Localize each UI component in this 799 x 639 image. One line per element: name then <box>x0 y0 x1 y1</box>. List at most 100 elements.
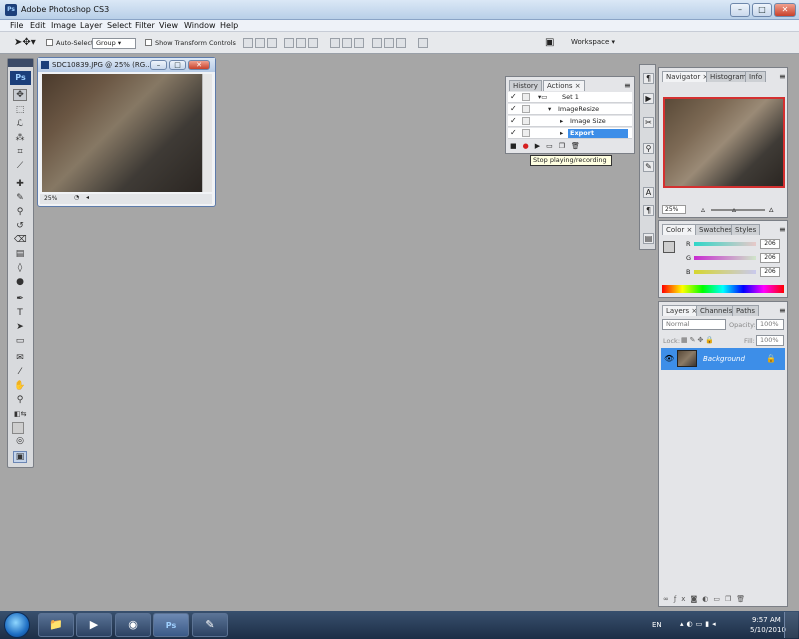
menu-select[interactable]: Select <box>107 21 132 30</box>
language-indicator[interactable]: EN <box>652 621 662 629</box>
zoom-out-icon[interactable]: ▵ <box>701 205 705 214</box>
dialog-toggle-box[interactable] <box>522 105 530 113</box>
action-toggle-check[interactable]: ✓ <box>510 93 518 101</box>
marquee-tool-icon[interactable]: ⬚ <box>13 104 27 116</box>
workspace-menu[interactable]: Workspace ▾ <box>571 38 615 46</box>
new-set-icon[interactable]: ▭ <box>546 142 559 150</box>
zoom-in-icon[interactable]: ▵ <box>769 205 774 215</box>
clone-stamp-icon[interactable]: ⚲ <box>13 206 27 218</box>
show-transform-checkbox[interactable] <box>145 39 152 46</box>
dodge-tool-icon[interactable]: ● <box>13 276 27 288</box>
distribute-hcenter-icon[interactable] <box>384 38 394 48</box>
zoom-slider-thumb[interactable]: ▵ <box>732 205 736 214</box>
gradient-tool-icon[interactable]: ▤ <box>13 248 27 260</box>
expand-triangle-icon[interactable]: ▾ <box>548 105 551 113</box>
panel-menu-icon[interactable]: ≡ <box>624 81 631 90</box>
doc-maximize-button[interactable]: □ <box>169 60 186 70</box>
media-player-taskbar-icon[interactable]: ▶ <box>76 613 112 637</box>
layer-style-icon[interactable]: ƒx <box>674 595 691 603</box>
lasso-tool-icon[interactable]: ℒ <box>13 118 27 130</box>
clock-time[interactable]: 9:57 AM <box>752 616 781 624</box>
align-top-icon[interactable] <box>243 38 253 48</box>
hand-tool-icon[interactable]: ✋ <box>13 380 27 392</box>
action-toggle-check[interactable]: ✓ <box>510 105 518 113</box>
show-desktop-button[interactable] <box>784 612 798 638</box>
action-row[interactable]: ✓ ▸ Image Size <box>508 116 632 127</box>
blue-slider[interactable] <box>694 270 756 274</box>
tab-channels[interactable]: Channels <box>696 305 737 316</box>
link-layers-icon[interactable]: ∞ <box>663 595 674 603</box>
crop-tool-icon[interactable]: ⌗ <box>13 146 27 158</box>
distribute-bottom-icon[interactable] <box>354 38 364 48</box>
tool-presets-icon[interactable]: ▶ <box>643 93 654 104</box>
distribute-vcenter-icon[interactable] <box>342 38 352 48</box>
navigator-zoom-field[interactable]: 25% <box>662 205 686 214</box>
scroll-left-icon[interactable]: ◂ <box>86 194 89 201</box>
dialog-toggle-box[interactable] <box>522 93 530 101</box>
doc-close-button[interactable]: ✕ <box>188 60 210 70</box>
delete-layer-icon[interactable]: 🗑 <box>736 595 750 603</box>
panel-menu-icon[interactable]: ≡ <box>779 306 786 315</box>
tab-navigator[interactable]: Navigator × <box>662 71 713 82</box>
tab-actions[interactable]: Actions × <box>543 80 585 91</box>
clock-date[interactable]: 5/10/2010 <box>750 626 786 634</box>
auto-select-dropdown[interactable]: Group ▾ <box>92 38 136 49</box>
clone-source-icon[interactable]: ⚲ <box>643 143 654 154</box>
document-canvas-photo[interactable] <box>42 74 202 192</box>
distribute-left-icon[interactable] <box>372 38 382 48</box>
move-tool-icon[interactable]: ➤✥▾ <box>14 37 36 48</box>
character-panel-icon[interactable]: A <box>643 187 654 198</box>
notes-tool-icon[interactable]: ✉ <box>13 352 27 364</box>
blur-tool-icon[interactable]: ◊ <box>13 262 27 274</box>
red-slider[interactable] <box>694 242 756 246</box>
foreground-color-swatch[interactable] <box>12 422 24 434</box>
zoom-tool-icon[interactable]: ⚲ <box>13 394 27 406</box>
collapse-triangle-icon[interactable]: ▸ <box>560 117 563 125</box>
start-button[interactable] <box>4 612 30 638</box>
info-panel-icon[interactable]: ▤ <box>643 233 654 244</box>
explorer-taskbar-icon[interactable]: 📁 <box>38 613 74 637</box>
menu-window[interactable]: Window <box>184 21 216 30</box>
close-button[interactable]: ✕ <box>774 3 796 17</box>
fill-field[interactable]: 100% <box>756 335 784 346</box>
type-tool-icon[interactable]: T <box>13 307 27 319</box>
auto-select-checkbox[interactable] <box>46 39 53 46</box>
minimize-button[interactable]: – <box>730 3 750 17</box>
action-row[interactable]: ✓ ▾▭ Set 1 <box>508 92 632 103</box>
distribute-right-icon[interactable] <box>396 38 406 48</box>
slice-tool-icon[interactable]: ⟋ <box>13 160 27 172</box>
align-left-icon[interactable] <box>284 38 294 48</box>
color-spectrum-ramp[interactable] <box>662 285 784 293</box>
delete-action-icon[interactable]: 🗑 <box>571 142 586 150</box>
tab-info[interactable]: Info <box>745 71 767 82</box>
align-hcenter-icon[interactable] <box>296 38 306 48</box>
brushes-panel-icon[interactable]: ¶ <box>643 73 654 84</box>
bridge-icon[interactable]: ▣ <box>545 37 554 48</box>
lock-icons[interactable]: ▦✎✥🔒 <box>681 336 716 344</box>
layer-comps-icon[interactable]: ✂ <box>643 117 654 128</box>
document-window[interactable]: SDC10839.JPG @ 25% (RG... – □ ✕ 25% ◔ ◂ <box>37 57 216 207</box>
tray-icons[interactable]: ▴◐▭▮◂ <box>680 620 719 628</box>
new-action-icon[interactable]: ❐ <box>559 142 571 150</box>
tab-histogram[interactable]: Histogram <box>706 71 751 82</box>
zoom-slider[interactable] <box>711 209 765 211</box>
tab-history[interactable]: History <box>509 80 542 91</box>
align-vcenter-icon[interactable] <box>255 38 265 48</box>
eraser-tool-icon[interactable]: ⌫ <box>13 234 27 246</box>
default-colors-icon[interactable]: ◧⇆ <box>13 408 27 420</box>
green-value-field[interactable]: 206 <box>760 253 780 263</box>
move-tool-icon[interactable]: ✥ <box>13 89 27 101</box>
action-toggle-check[interactable]: ✓ <box>510 117 518 125</box>
action-toggle-check[interactable]: ✓ <box>510 129 518 137</box>
layer-mask-icon[interactable]: ◙ <box>690 595 702 603</box>
document-vertical-scrollbar[interactable] <box>202 74 212 192</box>
layer-row[interactable]: 👁 Background 🔒 <box>661 348 785 370</box>
paint-taskbar-icon[interactable]: ✎ <box>192 613 228 637</box>
red-value-field[interactable]: 206 <box>760 239 780 249</box>
pen-tool-icon[interactable]: ✒ <box>13 293 27 305</box>
record-button[interactable]: ● <box>523 142 535 150</box>
path-selection-icon[interactable]: ➤ <box>13 321 27 333</box>
maximize-button[interactable]: □ <box>752 3 772 17</box>
visibility-eye-icon[interactable]: 👁 <box>664 354 674 363</box>
action-row[interactable]: ✓ ▾ ImageResize <box>508 104 632 115</box>
